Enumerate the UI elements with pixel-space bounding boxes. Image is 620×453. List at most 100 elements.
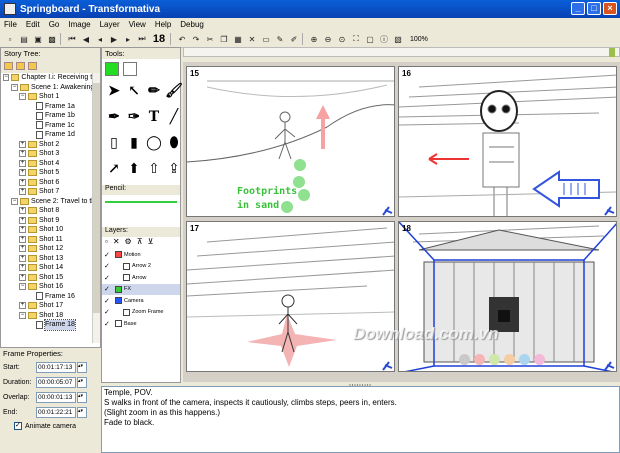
layer-row[interactable]: ✓ Zoom Frame (102, 307, 180, 319)
highlighter-icon[interactable]: ✐ (288, 33, 300, 45)
tree-folder-item[interactable]: + Shot 17 (1, 301, 100, 311)
overlap-spinner[interactable]: ▴▾ (77, 392, 87, 403)
folder-dropdown-icon[interactable] (16, 62, 25, 70)
tree-folder-item[interactable]: + Shot 11 (1, 235, 100, 245)
arrow-line-icon[interactable]: ↗ (105, 157, 123, 181)
tree-folder-item[interactable]: + Shot 4 (1, 159, 100, 169)
collapse-icon[interactable]: − (11, 197, 18, 205)
new-file-icon[interactable]: ▫ (4, 33, 16, 45)
overlap-field[interactable]: 00:00:01:13 (36, 392, 76, 403)
copy-icon[interactable]: ❐ (218, 33, 230, 45)
pencil-size-slider[interactable] (102, 195, 180, 209)
primary-color-swatch[interactable] (105, 62, 119, 76)
menu-view[interactable]: View (129, 20, 146, 29)
expand-icon[interactable]: + (19, 169, 26, 177)
menu-help[interactable]: Help (155, 20, 171, 29)
expand-icon[interactable]: + (19, 245, 26, 253)
fit-frame-icon[interactable]: ▢ (364, 33, 376, 45)
expand-icon[interactable]: + (19, 188, 26, 196)
brush-icon[interactable]: ✎ (274, 33, 286, 45)
chart-icon[interactable]: ▧ (392, 33, 404, 45)
next-frame-icon[interactable]: ▸ (122, 33, 134, 45)
tree-folder-item[interactable]: + Shot 9 (1, 216, 100, 226)
tree-frame-item[interactable]: Frame 18 (1, 319, 100, 331)
zoom-out-icon[interactable]: ⊖ (322, 33, 334, 45)
layer-visible-check-icon[interactable]: ✓ (104, 297, 111, 305)
tree-frame-item[interactable]: Frame 1c (1, 121, 100, 131)
pen-tool-icon[interactable]: ✒ (105, 105, 123, 129)
tree-folder-item[interactable]: − Chapter I.i: Receiving the (1, 73, 100, 83)
layer-visible-check-icon[interactable]: ✓ (104, 320, 111, 328)
collapse-icon[interactable]: − (11, 83, 18, 91)
arrow-bold-icon[interactable]: ⬆ (125, 157, 143, 181)
zoom-reset-icon[interactable]: ⊙ (336, 33, 348, 45)
collapse-icon[interactable]: − (19, 311, 26, 319)
cut-icon[interactable]: ✂ (204, 33, 216, 45)
layer-visible-check-icon[interactable]: ✓ (104, 274, 111, 282)
layer-row[interactable]: ✓ Arrow 2 (102, 261, 180, 273)
add-item-icon[interactable] (28, 62, 37, 70)
expand-icon[interactable]: + (19, 207, 26, 215)
frame-17[interactable]: 17 (186, 221, 395, 372)
end-field[interactable]: 00:01:22:21 (36, 407, 76, 418)
expand-icon[interactable]: + (19, 264, 26, 272)
expand-icon[interactable]: + (19, 140, 26, 148)
animate-camera-checkbox[interactable]: ✓ Animate camera (0, 422, 101, 430)
tree-folder-item[interactable]: + Shot 6 (1, 178, 100, 188)
ellipse-outline-icon[interactable]: ◯ (145, 131, 163, 155)
zoom-in-icon[interactable]: ⊕ (308, 33, 320, 45)
paste-icon[interactable]: ▦ (232, 33, 244, 45)
layer-row[interactable]: ✓ Motion (102, 249, 180, 261)
expand-icon[interactable]: + (19, 235, 26, 243)
frame-description[interactable]: Temple, POV. S walks in front of the came… (101, 386, 620, 453)
last-frame-icon[interactable]: ⏭ (136, 33, 148, 45)
first-frame-icon[interactable]: ⏮ (66, 33, 78, 45)
pencil-tool-icon[interactable]: ✏ (145, 79, 163, 103)
end-spinner[interactable]: ▴▾ (77, 407, 87, 418)
fit-window-icon[interactable]: ⛶ (350, 33, 362, 45)
new-folder-icon[interactable] (4, 62, 13, 70)
rect-outline-icon[interactable]: ▯ (105, 131, 123, 155)
tree-frame-item[interactable]: Frame 1a (1, 102, 100, 112)
tree-folder-item[interactable]: + Shot 14 (1, 263, 100, 273)
play-icon[interactable]: ▶ (108, 33, 120, 45)
minimize-button[interactable]: _ (571, 2, 585, 15)
arrow-outline-icon[interactable]: ⇧ (145, 157, 163, 181)
tree-folder-item[interactable]: + Shot 10 (1, 225, 100, 235)
expand-icon[interactable]: + (19, 150, 26, 158)
start-spinner[interactable]: ▴▾ (77, 362, 87, 373)
expand-icon[interactable]: + (19, 302, 26, 310)
arrow-striped-icon[interactable]: ⇪ (165, 157, 183, 181)
collapse-icon[interactable]: − (19, 93, 26, 101)
save-icon[interactable]: ▣ (32, 33, 44, 45)
tree-folder-item[interactable]: + Shot 13 (1, 254, 100, 264)
text-tool-icon[interactable]: T (145, 105, 163, 129)
open-folder-icon[interactable]: ▤ (18, 33, 30, 45)
layer-visible-check-icon[interactable]: ✓ (104, 285, 111, 293)
menu-debug[interactable]: Debug (180, 20, 204, 29)
tree-folder-item[interactable]: + Shot 7 (1, 187, 100, 197)
tree-folder-item[interactable]: + Shot 2 (1, 140, 100, 150)
layer-row[interactable]: ✓ Base (102, 318, 180, 330)
tree-folder-item[interactable]: + Shot 8 (1, 206, 100, 216)
line-tool-icon[interactable]: ╱ (165, 105, 183, 129)
delete-icon[interactable]: ✕ (246, 33, 258, 45)
collapse-icon[interactable]: − (3, 74, 10, 82)
brush-tool-icon[interactable]: 🖌 (165, 79, 183, 103)
frame-timeline-scrollbar[interactable] (183, 47, 620, 57)
move-arrow-icon[interactable]: ↖ (125, 79, 143, 103)
redo-icon[interactable]: ↷ (190, 33, 202, 45)
layer-row[interactable]: ✓ Camera (102, 295, 180, 307)
delete-layer-icon[interactable]: ✕ (113, 237, 120, 249)
save-all-icon[interactable]: ▩ (46, 33, 58, 45)
expand-icon[interactable]: + (19, 273, 26, 281)
tree-folder-item[interactable]: − Shot 18 (1, 311, 100, 321)
layer-properties-icon[interactable]: ⚙ (125, 237, 132, 249)
select-arrow-icon[interactable]: ➤ (105, 79, 123, 103)
layer-visible-check-icon[interactable]: ✓ (104, 308, 111, 316)
layer-visible-check-icon[interactable]: ✓ (104, 262, 111, 270)
frame-16[interactable]: 16 (398, 66, 617, 217)
collapse-icon[interactable]: − (19, 283, 26, 291)
tree-folder-item[interactable]: + Shot 15 (1, 273, 100, 283)
prev-frame-icon[interactable]: ◀ (80, 33, 92, 45)
